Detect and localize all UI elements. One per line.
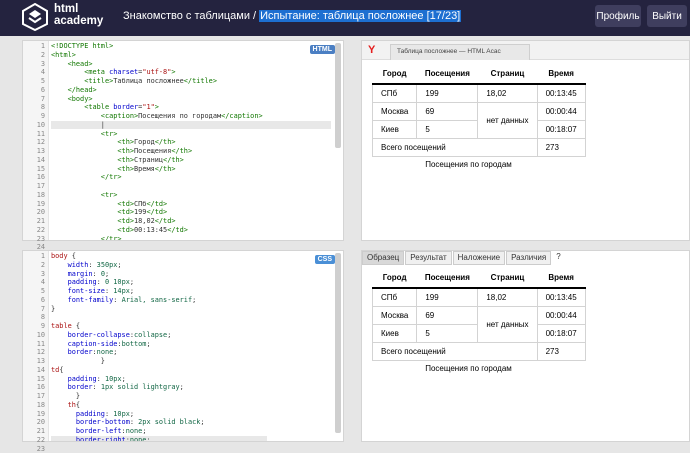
- cell-city: Москва: [371, 305, 418, 325]
- cell-pages: 18,02: [477, 287, 538, 307]
- cell-pages: нет данных: [477, 101, 538, 139]
- cell-pages: нет данных: [477, 305, 538, 343]
- cell-city: СПб: [371, 287, 418, 307]
- cell-time: 00:00:44: [536, 305, 586, 325]
- cell-visits: 69: [416, 101, 479, 121]
- result-table: Город Посещения Страниц Время СПб 199 18…: [371, 63, 586, 157]
- cell-city: Москва: [371, 101, 418, 121]
- html-badge: HTML: [309, 45, 335, 54]
- cell-visits: 5: [416, 119, 479, 139]
- cell-total-value: 273: [536, 137, 586, 157]
- logo-text[interactable]: html academy: [54, 3, 103, 27]
- html-editor[interactable]: 1 2 3 4 5 6 7 8 9 10 11 12 13 14 15 16 1…: [22, 40, 344, 260]
- cell-pages: 18,02: [477, 83, 538, 103]
- tab-overlay[interactable]: Наложение: [452, 251, 506, 265]
- compare-panel: Образец Результат Наложение Различия ? Г…: [361, 250, 690, 442]
- css-editor[interactable]: 1 2 3 4 5 6 7 8 9 10 11 12 13 14 15 16 1…: [22, 250, 344, 453]
- th-visits: Посещения: [416, 267, 478, 289]
- breadcrumb-task: Испытание: таблица посложнее [17/23]: [259, 10, 462, 22]
- compare-tabs: Образец Результат Наложение Различия ?: [362, 251, 566, 265]
- top-bar: html academy Знакомство с таблицами / Исп…: [0, 0, 690, 36]
- cell-time: 00:13:45: [536, 83, 586, 103]
- logo-icon[interactable]: [22, 3, 48, 31]
- result-table-wrap: Город Посещения Страниц Время СПб 199 18…: [371, 63, 586, 169]
- tab-sample[interactable]: Образец: [362, 251, 405, 265]
- css-scrollbar[interactable]: [335, 253, 341, 433]
- browser-tab[interactable]: Таблица посложнее — HTML Acac: [390, 44, 530, 60]
- cell-city: СПб: [371, 83, 418, 103]
- th-visits: Посещения: [416, 63, 478, 85]
- cell-visits: 69: [416, 305, 479, 325]
- th-time: Время: [537, 267, 586, 289]
- html-code[interactable]: <!DOCTYPE html> <html> <head> <meta char…: [51, 41, 331, 240]
- cell-city: Киев: [371, 323, 418, 343]
- html-scrollbar[interactable]: [335, 43, 341, 148]
- css-code[interactable]: body { width: 350px; margin: 0; padding:…: [51, 251, 331, 441]
- cell-time: 00:13:45: [536, 287, 586, 307]
- tab-diff[interactable]: Различия: [506, 251, 552, 265]
- breadcrumb: Знакомство с таблицами / Испытание: табл…: [123, 10, 462, 22]
- profile-button[interactable]: Профиль: [595, 5, 641, 27]
- table-caption: Посещения по городам: [425, 363, 512, 373]
- th-time: Время: [537, 63, 586, 85]
- th-pages: Страниц: [477, 63, 538, 85]
- cell-visits: 199: [416, 287, 479, 307]
- help-icon[interactable]: ?: [552, 251, 564, 265]
- yandex-browser-icon: Y: [368, 44, 376, 56]
- cell-total-label: Всего посещений: [372, 341, 538, 361]
- tab-result[interactable]: Результат: [405, 251, 452, 265]
- cell-total-value: 273: [536, 341, 586, 361]
- th-city: Город: [372, 267, 417, 289]
- logout-button[interactable]: Выйти: [647, 5, 687, 27]
- th-pages: Страниц: [477, 267, 538, 289]
- cell-city: Киев: [371, 119, 418, 139]
- th-city: Город: [372, 63, 417, 85]
- cell-time: 00:18:07: [536, 323, 586, 343]
- cell-time: 00:00:44: [536, 101, 586, 121]
- css-line-numbers: 1 2 3 4 5 6 7 8 9 10 11 12 13 14 15 16 1…: [23, 251, 49, 453]
- cell-time: 00:18:07: [536, 119, 586, 139]
- cell-visits: 199: [416, 83, 479, 103]
- preview-panel: Y Таблица посложнее — HTML Acac Город По…: [361, 40, 690, 241]
- cell-total-label: Всего посещений: [372, 137, 538, 157]
- cell-visits: 5: [416, 323, 479, 343]
- table-caption: Посещения по городам: [425, 159, 512, 169]
- breadcrumb-course[interactable]: Знакомство с таблицами: [123, 10, 250, 22]
- sample-table: Город Посещения Страниц Время СПб 199 18…: [371, 267, 586, 361]
- css-badge: CSS: [314, 255, 335, 264]
- html-line-numbers: 1 2 3 4 5 6 7 8 9 10 11 12 13 14 15 16 1…: [23, 41, 49, 260]
- sample-table-wrap: Город Посещения Страниц Время СПб 199 18…: [371, 267, 586, 373]
